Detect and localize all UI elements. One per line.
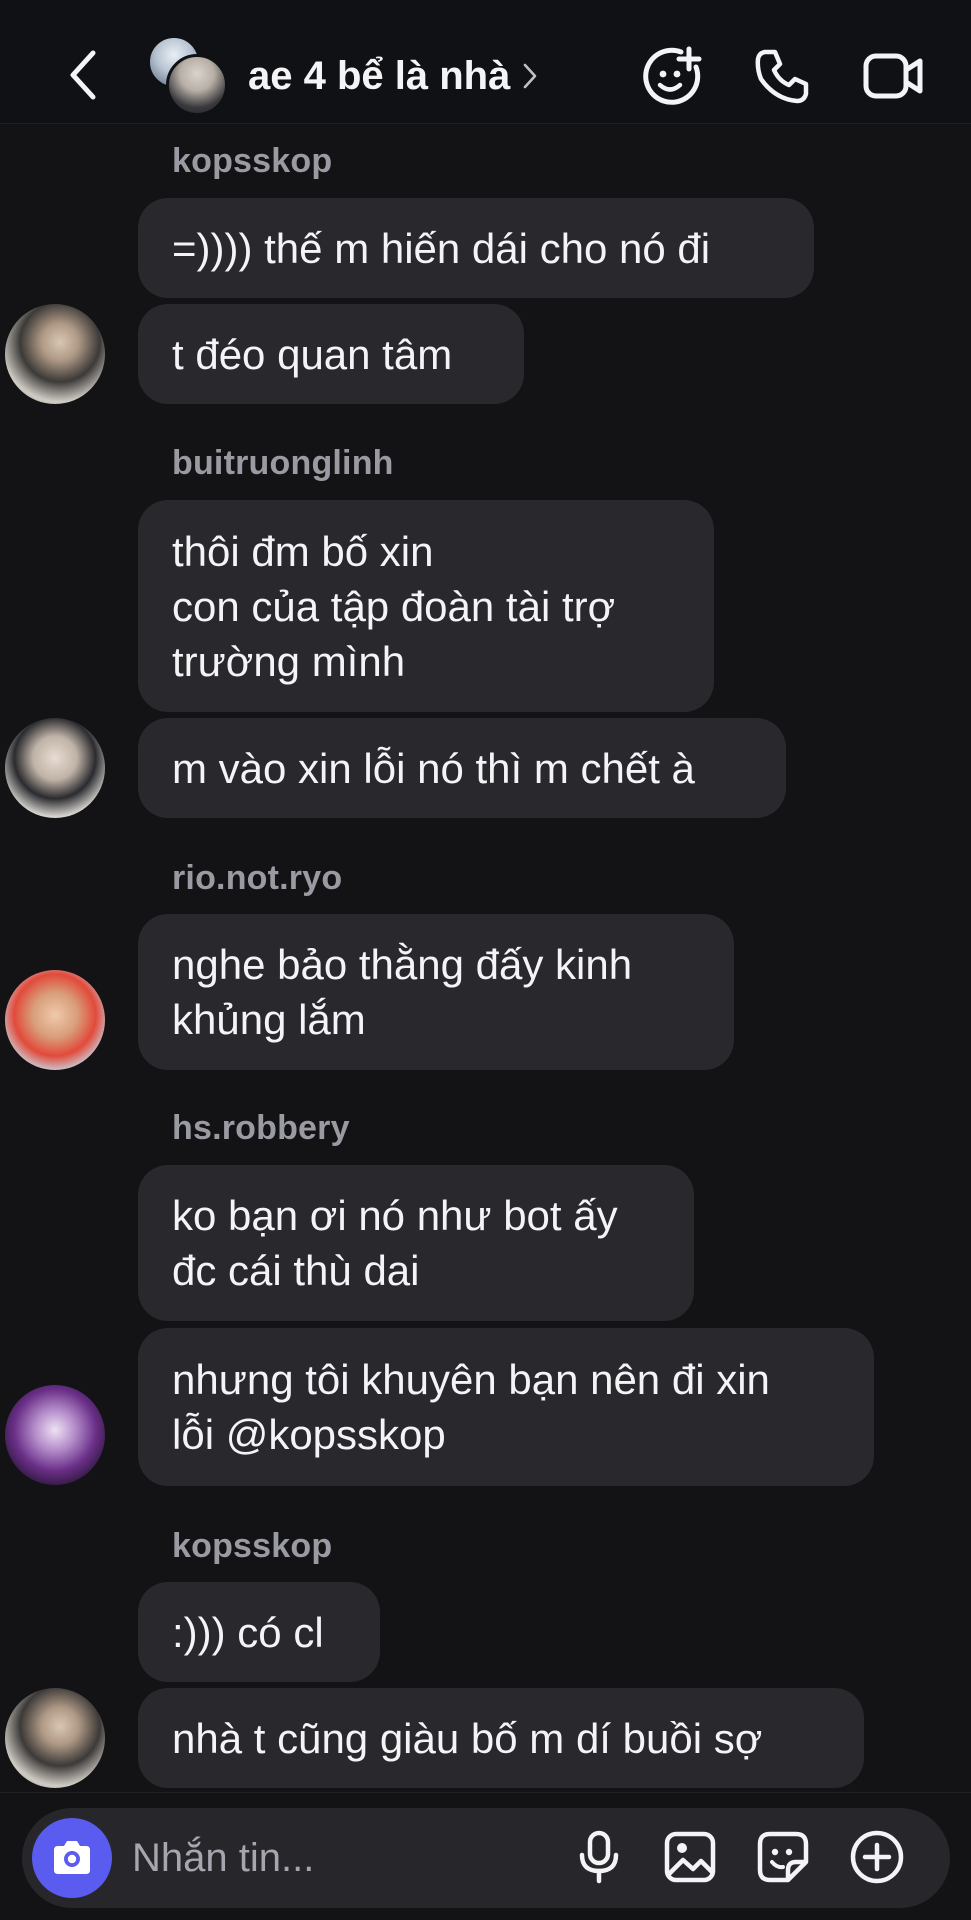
sender-name: buitruonglinh <box>172 444 394 482</box>
audio-call-button[interactable] <box>750 44 814 108</box>
video-icon <box>863 53 923 99</box>
group-avatar[interactable] <box>148 36 228 116</box>
chat-title-text: ae 4 bể là nhà <box>248 53 511 98</box>
message-bubble[interactable]: ko bạn ơi nó như bot ấy đc cái thù dai <box>138 1165 694 1321</box>
sticker-icon <box>757 1831 809 1883</box>
more-button[interactable] <box>844 1824 910 1890</box>
chevron-left-icon <box>70 50 96 100</box>
back-button[interactable] <box>58 42 108 108</box>
camera-button[interactable] <box>32 1818 112 1898</box>
avatar[interactable] <box>5 1385 105 1485</box>
chat-title[interactable]: ae 4 bể là nhà <box>248 48 538 104</box>
message-bubble[interactable]: thôi đm bố xin con của tập đoàn tài trợ … <box>138 500 714 712</box>
sticker-button[interactable] <box>750 1824 816 1890</box>
sender-name: rio.not.ryo <box>172 859 343 897</box>
message-input[interactable] <box>132 1830 552 1886</box>
image-icon <box>664 1831 716 1883</box>
voice-message-button[interactable] <box>566 1824 632 1890</box>
chevron-right-icon <box>522 62 538 90</box>
message-bubble[interactable]: t đéo quan tâm <box>138 304 524 404</box>
phone-icon <box>755 49 809 104</box>
message-bubble[interactable]: :))) có cl <box>138 1582 380 1682</box>
video-call-button[interactable] <box>862 44 926 108</box>
message-bubble[interactable]: nhà t cũng giàu bố m dí buồi sợ <box>138 1688 864 1788</box>
camera-icon <box>54 1841 90 1874</box>
group-member-avatar <box>166 54 228 116</box>
avatar[interactable] <box>5 304 105 404</box>
chat-header: ae 4 bể là nhà <box>0 0 971 124</box>
microphone-icon <box>579 1830 619 1884</box>
avatar[interactable] <box>5 970 105 1070</box>
message-bubble[interactable]: m vào xin lỗi nó thì m chết à <box>138 718 786 818</box>
message-bubble[interactable]: nhưng tôi khuyên bạn nên đi xin lỗi @kop… <box>138 1328 874 1486</box>
sender-name: hs.robbery <box>172 1109 350 1147</box>
gallery-button[interactable] <box>657 1824 723 1890</box>
message-bubble[interactable]: nghe bảo thằng đấy kinh khủng lắm <box>138 914 734 1070</box>
message-bubble[interactable]: =)))) thế m hiến dái cho nó đi <box>138 198 814 298</box>
sticker-plus-icon <box>643 46 702 105</box>
effects-button[interactable] <box>640 44 704 108</box>
avatar[interactable] <box>5 1688 105 1788</box>
sender-name: kopsskop <box>172 1527 333 1565</box>
chat-screen: ae 4 bể là nhà kopsskop =)))) thế m hiến… <box>0 0 971 1920</box>
sender-name: kopsskop <box>172 142 333 180</box>
avatar[interactable] <box>5 718 105 818</box>
plus-circle-icon <box>850 1830 904 1884</box>
